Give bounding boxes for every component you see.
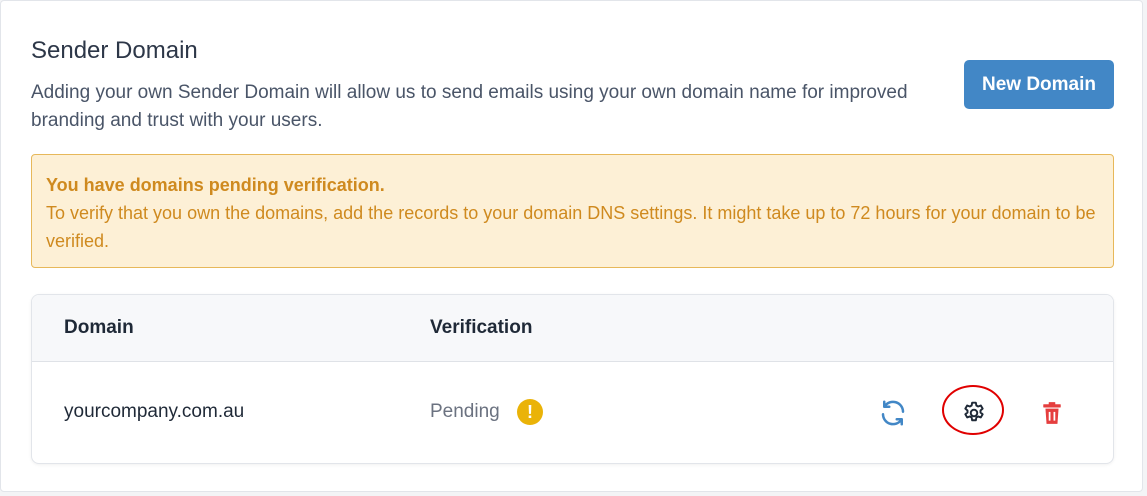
gear-icon[interactable] (954, 393, 994, 433)
domains-table: Domain Verification yourcompany.com.au P… (31, 294, 1114, 464)
refresh-icon[interactable] (873, 393, 913, 433)
pending-verification-alert: You have domains pending verification. T… (31, 154, 1114, 268)
page-description: Adding your own Sender Domain will allow… (31, 82, 908, 131)
alert-title: You have domains pending verification. (46, 175, 385, 195)
domain-cell: yourcompany.com.au (64, 401, 245, 422)
column-header-domain: Domain (64, 317, 134, 338)
alert-body: To verify that you own the domains, add … (46, 203, 1096, 251)
trash-icon[interactable] (1032, 393, 1072, 433)
new-domain-button[interactable]: New Domain (964, 60, 1114, 109)
table-row: yourcompany.com.au Pending ! (32, 362, 1113, 463)
exclamation-icon: ! (517, 399, 543, 425)
column-header-verification: Verification (430, 317, 533, 338)
verification-status: Pending (430, 401, 500, 422)
page-title: Sender Domain (31, 37, 198, 64)
table-header: Domain Verification (32, 295, 1113, 362)
sender-domain-card: Sender Domain Adding your own Sender Dom… (0, 0, 1143, 492)
